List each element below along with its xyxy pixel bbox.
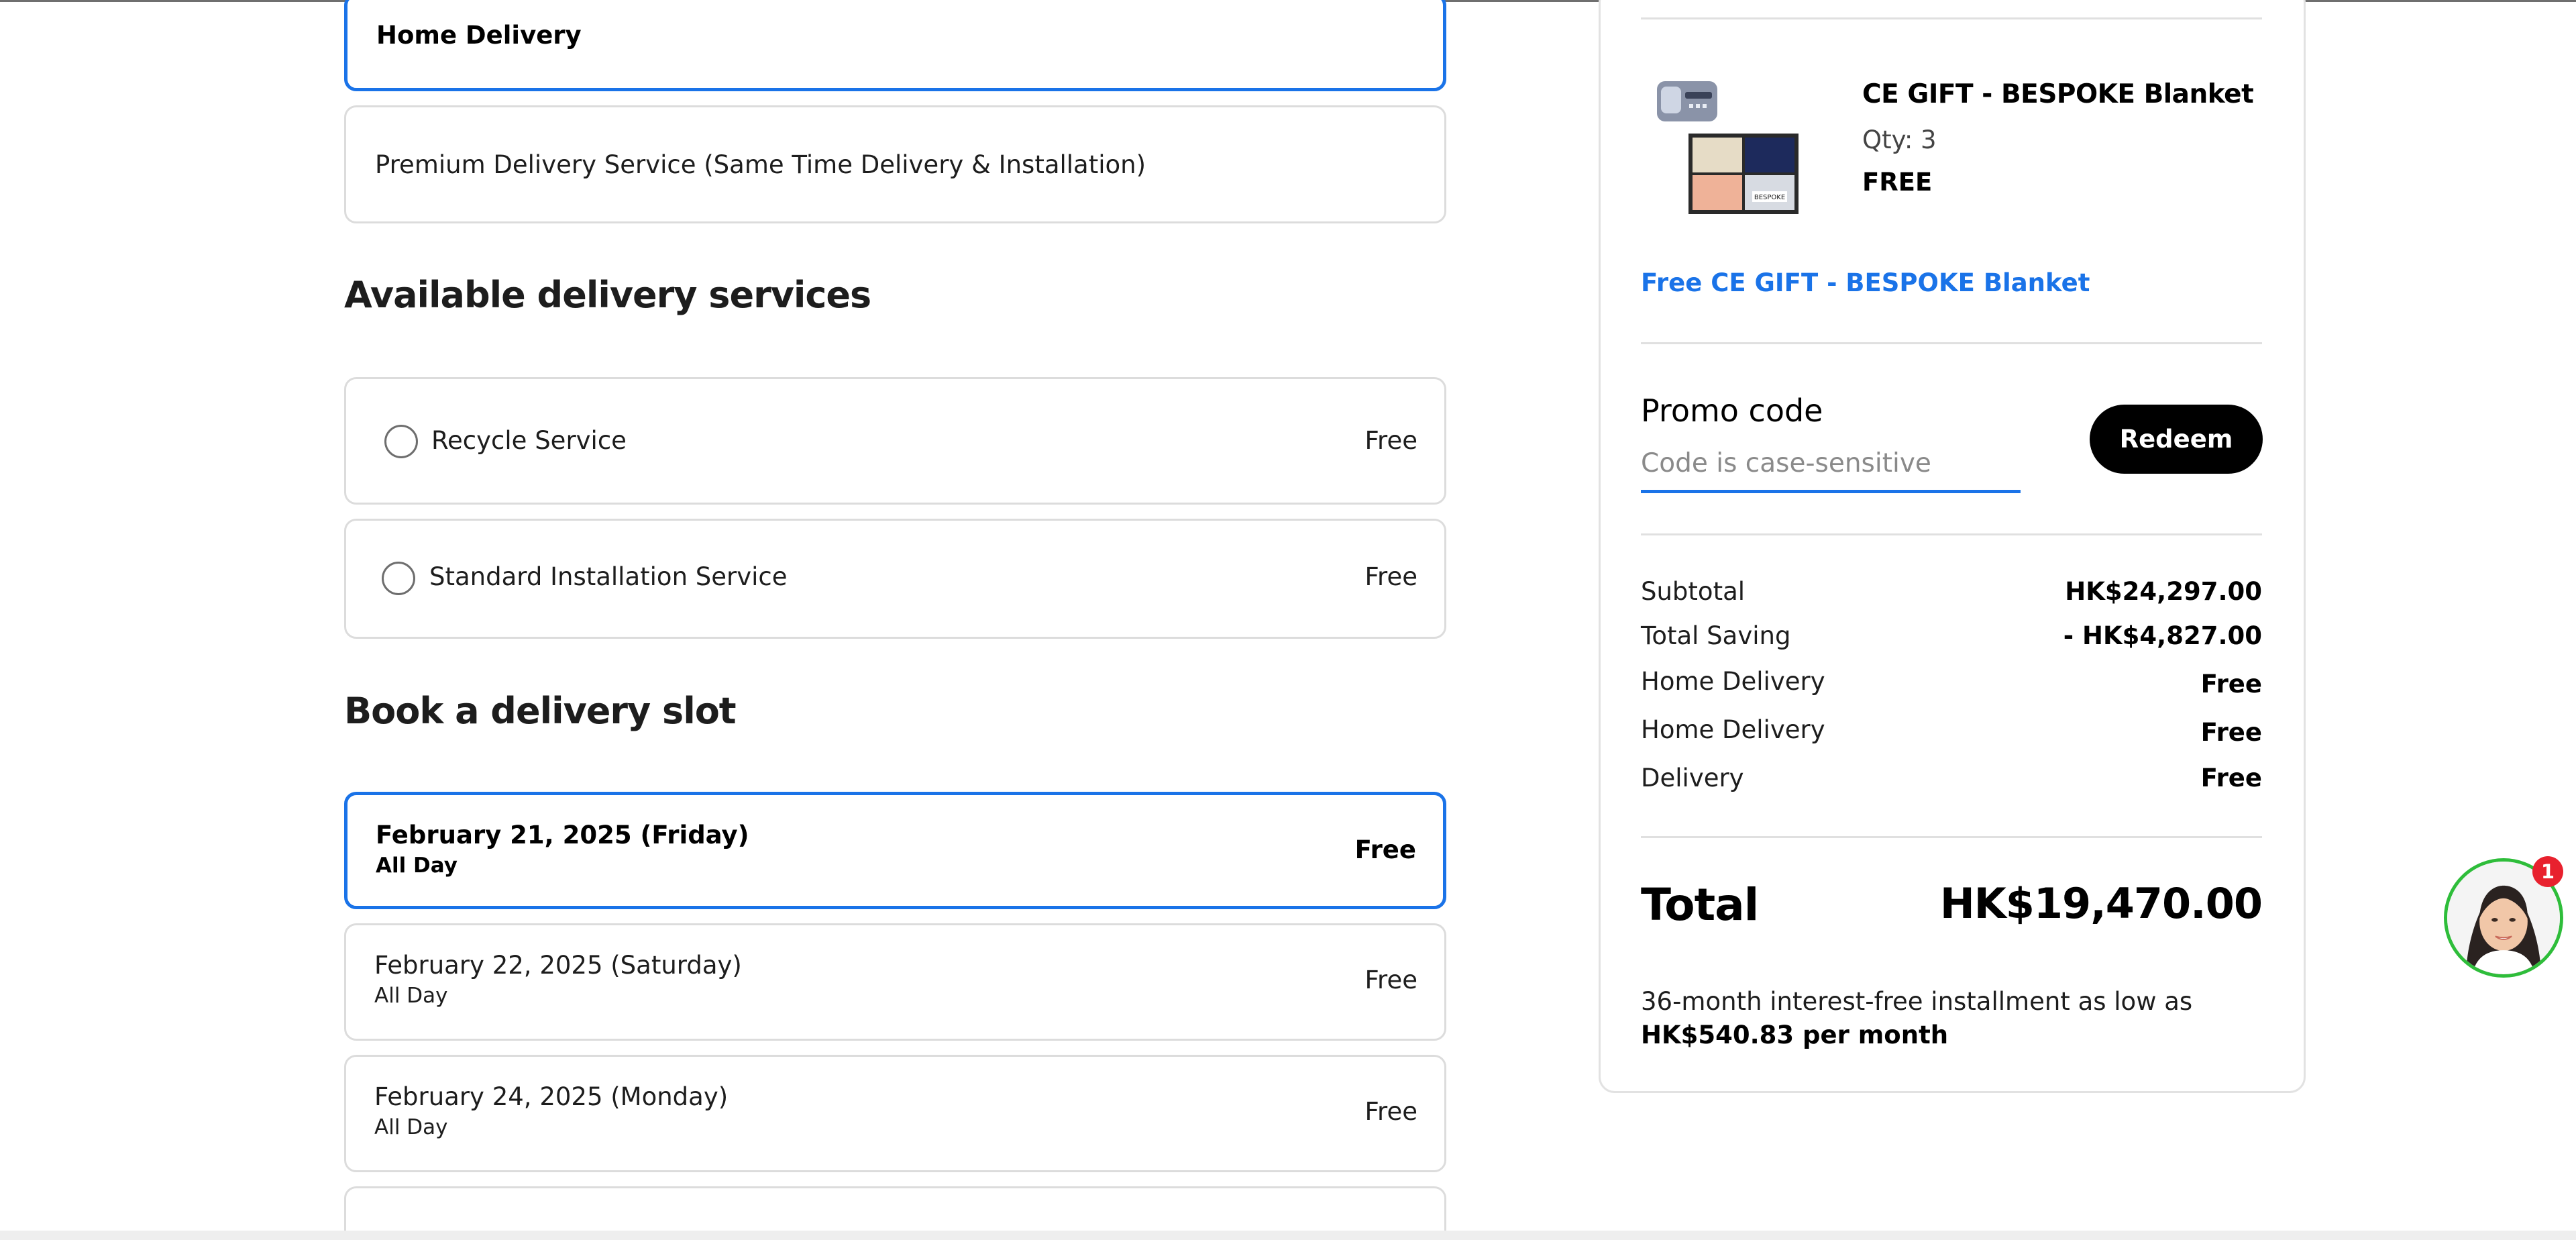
home-delivery-label: Home Delivery xyxy=(1641,667,1825,696)
home-delivery-value: Free xyxy=(2200,718,2262,747)
home-delivery-value: Free xyxy=(2200,670,2262,699)
slots-heading: Book a delivery slot xyxy=(344,690,737,732)
slot-option[interactable]: February 21, 2025 (Friday) All Day Free xyxy=(344,792,1446,909)
promo-code-title: Promo code xyxy=(1641,393,1823,429)
gift-price: FREE xyxy=(1862,168,1933,197)
delivery-option-label: Home Delivery xyxy=(376,21,582,50)
slot-price: Free xyxy=(1364,1097,1417,1126)
delivery-option-premium[interactable]: Premium Delivery Service (Same Time Deli… xyxy=(344,105,1446,223)
delivery-option-label: Premium Delivery Service (Same Time Deli… xyxy=(375,150,1146,179)
total-value: HK$19,470.00 xyxy=(1939,879,2263,928)
slot-option[interactable]: February 22, 2025 (Saturday) All Day Fre… xyxy=(344,923,1446,1041)
installment-amount: HK$540.83 per month xyxy=(1641,1021,1949,1049)
slot-date: February 21, 2025 (Friday) xyxy=(376,821,749,849)
bottom-scrollbar-track xyxy=(0,1231,2576,1240)
divider xyxy=(1641,342,2262,344)
redeem-button[interactable]: Redeem xyxy=(2090,405,2263,474)
divider xyxy=(1641,836,2262,838)
recycle-radio[interactable] xyxy=(384,425,418,458)
slot-time: All Day xyxy=(374,984,448,1008)
installment-text: 36-month interest-free installment as lo… xyxy=(1641,987,2193,1016)
gift-quantity: Qty: 3 xyxy=(1862,125,1937,154)
service-label: Recycle Service xyxy=(431,426,627,455)
chat-notification-badge: 1 xyxy=(2532,856,2563,887)
gift-name: CE GIFT - BESPOKE Blanket xyxy=(1862,79,2254,109)
service-label: Standard Installation Service xyxy=(429,562,788,591)
slot-price: Free xyxy=(1364,966,1417,994)
service-price: Free xyxy=(1364,562,1417,591)
home-delivery-label: Home Delivery xyxy=(1641,715,1825,744)
delivery-label: Delivery xyxy=(1641,764,1744,792)
svg-text:BESPOKE: BESPOKE xyxy=(1754,194,1785,201)
promo-code-input[interactable] xyxy=(1641,436,2021,493)
slot-date: February 22, 2025 (Saturday) xyxy=(374,951,742,980)
delivery-option-home-delivery[interactable]: Home Delivery xyxy=(344,0,1446,91)
delivery-value: Free xyxy=(2200,764,2262,792)
slot-option[interactable]: February 24, 2025 (Monday) All Day Free xyxy=(344,1055,1446,1172)
service-recycle[interactable]: Recycle Service Free xyxy=(344,377,1446,505)
divider xyxy=(1641,533,2262,535)
service-price: Free xyxy=(1364,426,1417,455)
installment-note: 36-month interest-free installment as lo… xyxy=(1641,985,2262,1052)
divider xyxy=(1641,17,2262,19)
slot-time: All Day xyxy=(376,854,458,878)
gift-product-image: BESPOKE xyxy=(1652,77,1803,219)
total-saving-label: Total Saving xyxy=(1641,621,1791,650)
subtotal-label: Subtotal xyxy=(1641,577,1746,606)
slot-time: All Day xyxy=(374,1115,448,1139)
free-gift-link[interactable]: Free CE GIFT - BESPOKE Blanket xyxy=(1641,268,2090,297)
total-label: Total xyxy=(1641,879,1759,931)
services-heading: Available delivery services xyxy=(344,274,871,316)
service-installation[interactable]: Standard Installation Service Free xyxy=(344,519,1446,639)
subtotal-value: HK$24,297.00 xyxy=(2065,577,2262,606)
total-saving-value: - HK$4,827.00 xyxy=(2063,621,2262,650)
slot-price: Free xyxy=(1354,835,1416,864)
installation-radio[interactable] xyxy=(382,562,415,595)
slot-date: February 24, 2025 (Monday) xyxy=(374,1082,729,1111)
